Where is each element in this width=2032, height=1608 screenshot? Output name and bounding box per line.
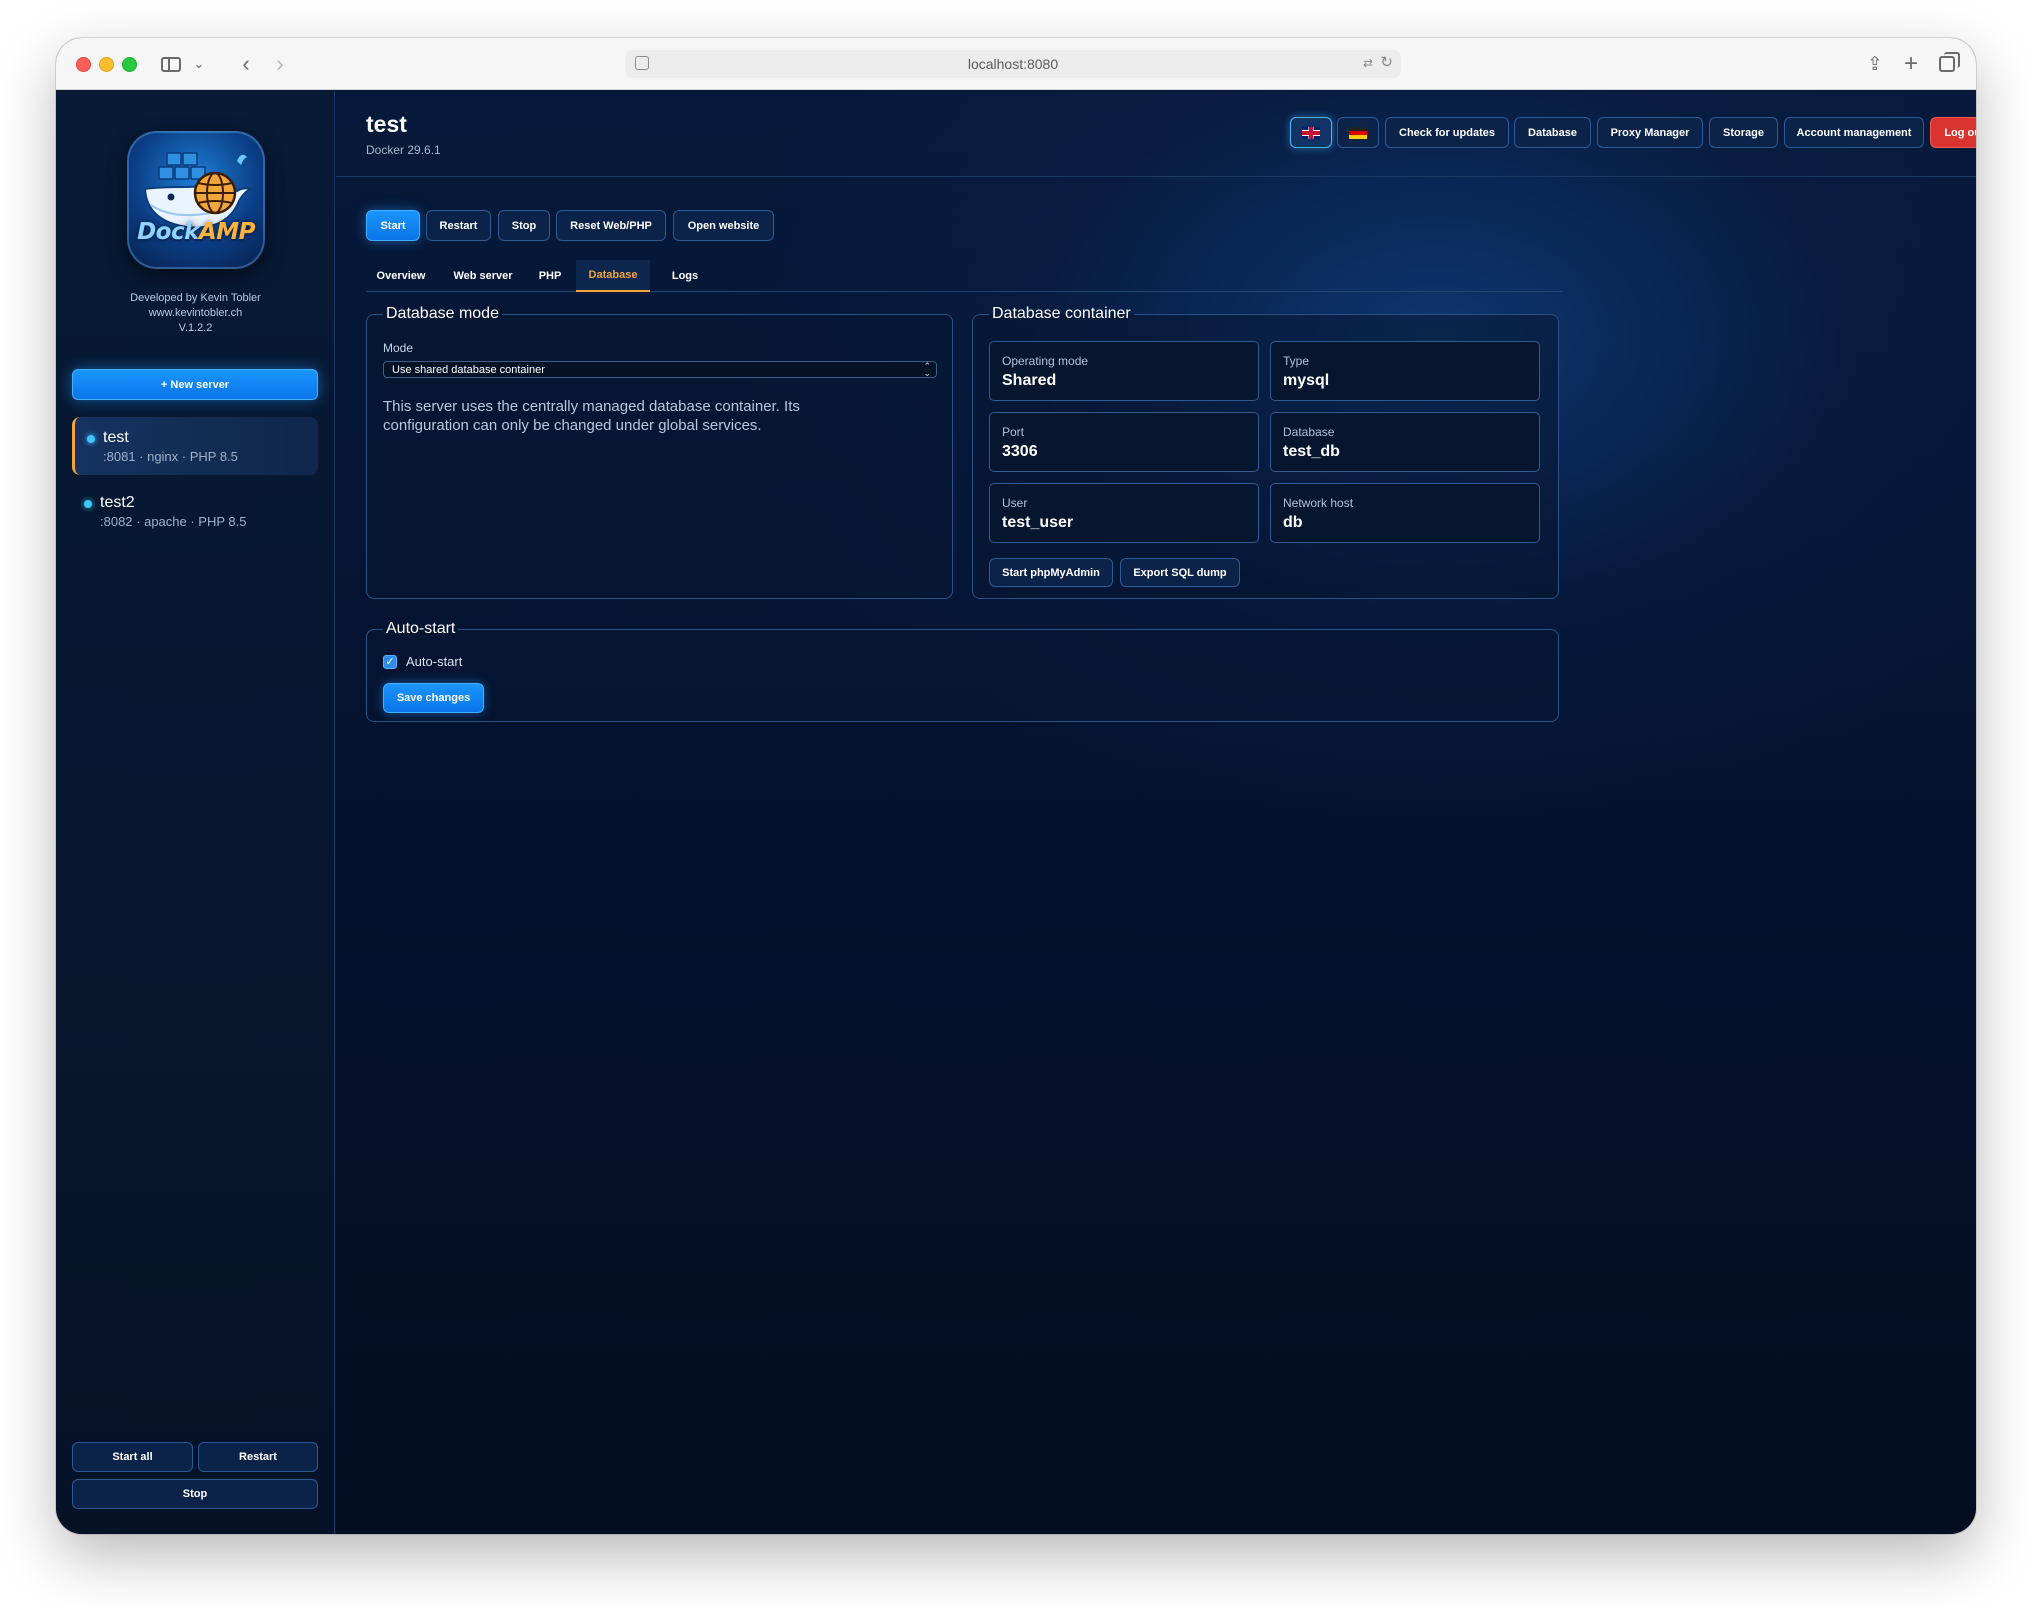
stat-key: User (1002, 496, 1028, 510)
auto-start-panel: Auto-start (366, 620, 1559, 722)
database-mode-legend: Database mode (386, 305, 499, 322)
stat-key: Network host (1283, 496, 1354, 510)
minimize-window-button[interactable] (99, 57, 114, 72)
server-name: test2 (100, 494, 135, 511)
stat-port: Port 3306 (989, 412, 1259, 472)
stat-key: Port (1002, 425, 1025, 439)
stat-value: db (1283, 514, 1303, 531)
check-updates-button[interactable]: Check for updates (1385, 117, 1509, 148)
stat-value: test_db (1283, 443, 1340, 460)
logo-wordmark: DockAMP (137, 219, 255, 245)
docker-version: Docker 29.6.1 (366, 143, 441, 157)
new-tab-icon[interactable]: + (1898, 50, 1924, 78)
flag-de-icon (1349, 126, 1367, 139)
url-text: localhost:8080 (967, 56, 1059, 72)
translate-icon[interactable]: ⇄ (1363, 56, 1373, 70)
tab-overview-icon[interactable] (1934, 50, 1960, 78)
database-nav-button[interactable]: Database (1514, 117, 1591, 148)
chevron-down-icon[interactable]: ⌄ (191, 50, 207, 78)
sidebar-toggle-icon[interactable] (158, 50, 184, 78)
address-bar[interactable]: localhost:8080 ⇄ ↻ (625, 50, 1401, 78)
logout-button[interactable]: Log out (1930, 117, 1976, 148)
dockamp-logo: DockAMP (127, 131, 265, 269)
start-phpmyadmin-button[interactable]: Start phpMyAdmin (989, 558, 1113, 587)
stat-database: Database test_db (1270, 412, 1540, 472)
server-meta: :8082 · apache · PHP 8.5 (100, 514, 247, 529)
select-chevron-icon: ⌃ ⌄ (923, 361, 931, 378)
database-mode-panel: Database mode (366, 305, 953, 599)
sidebar: DockAMP Developed by Kevin Tobler www.ke… (56, 91, 335, 1534)
stat-key: Operating mode (1002, 354, 1089, 368)
stat-value: mysql (1283, 372, 1330, 389)
proxy-manager-button[interactable]: Proxy Manager (1597, 117, 1703, 148)
start-button[interactable]: Start (366, 210, 420, 241)
auto-start-legend: Auto-start (386, 620, 456, 637)
export-sql-dump-button[interactable]: Export SQL dump (1120, 558, 1240, 587)
close-window-button[interactable] (76, 57, 91, 72)
stat-user: User test_user (989, 483, 1259, 543)
new-server-button[interactable]: + New server (72, 369, 318, 400)
stat-value: test_user (1002, 514, 1074, 531)
open-website-button[interactable]: Open website (673, 210, 774, 241)
stat-key: Type (1283, 354, 1310, 368)
tab-bar: Overview Web server PHP Database Logs (366, 260, 1562, 292)
mode-select-value: Use shared database container (392, 363, 545, 376)
stat-network-host: Network host db (1270, 483, 1540, 543)
stat-operating-mode: Operating mode Shared (989, 341, 1259, 401)
database-container-legend: Database container (992, 305, 1131, 322)
mode-label: Mode (383, 341, 414, 355)
tab-database[interactable]: Database (576, 260, 650, 292)
zoom-window-button[interactable] (122, 57, 137, 72)
reload-icon[interactable]: ↻ (1380, 53, 1393, 71)
restart-all-button[interactable]: Restart (198, 1442, 318, 1472)
server-status-dot (87, 435, 95, 443)
reset-web-php-button[interactable]: Reset Web/PHP (556, 210, 666, 241)
server-item-test2[interactable]: test2 :8082 · apache · PHP 8.5 (72, 482, 318, 540)
language-en-button[interactable] (1290, 117, 1332, 148)
tab-php[interactable]: PHP (530, 260, 570, 292)
stat-value: Shared (1002, 372, 1057, 389)
stop-button[interactable]: Stop (498, 210, 550, 241)
database-mode-info: This server uses the centrally managed d… (383, 397, 923, 435)
server-status-dot (84, 500, 92, 508)
mode-select[interactable]: Use shared database container ⌃ ⌄ (383, 361, 937, 378)
app: DockAMP Developed by Kevin Tobler www.ke… (56, 91, 1976, 1534)
app-version: V.1.2.2 (178, 322, 213, 334)
page-title: test (366, 111, 407, 137)
auto-start-checkbox[interactable]: ✓ (383, 655, 397, 669)
restart-button[interactable]: Restart (426, 210, 491, 241)
tab-overview[interactable]: Overview (366, 260, 436, 292)
server-meta: :8081 · nginx · PHP 8.5 (103, 449, 238, 464)
storage-button[interactable]: Storage (1709, 117, 1778, 148)
forward-icon[interactable]: › (266, 50, 294, 78)
developer-info: Developed by Kevin Tobler www.kevintoble… (56, 291, 335, 336)
browser-toolbar: ⌄ ‹ › localhost:8080 ⇄ ↻ ⇪ + (56, 38, 1976, 90)
share-icon[interactable]: ⇪ (1862, 50, 1888, 78)
stat-type: Type mysql (1270, 341, 1540, 401)
auto-start-label: Auto-start (406, 654, 463, 669)
stop-all-button[interactable]: Stop (72, 1479, 318, 1509)
server-name: test (103, 429, 129, 446)
account-management-button[interactable]: Account management (1784, 117, 1924, 148)
tab-logs[interactable]: Logs (656, 260, 714, 292)
tab-web-server[interactable]: Web server (442, 260, 524, 292)
main-content: test Docker 29.6.1 Check for updates Dat… (336, 91, 1976, 1534)
start-all-button[interactable]: Start all (72, 1442, 193, 1472)
developer-name: Developed by Kevin Tobler (130, 292, 261, 304)
save-changes-button[interactable]: Save changes (383, 683, 484, 713)
flag-uk-icon (1302, 126, 1320, 139)
browser-window: ⌄ ‹ › localhost:8080 ⇄ ↻ ⇪ + DockAMP Dev… (56, 38, 1976, 1534)
stat-value: 3306 (1002, 443, 1038, 460)
server-item-test[interactable]: test :8081 · nginx · PHP 8.5 (72, 417, 318, 475)
site-settings-icon[interactable] (635, 56, 649, 70)
language-de-button[interactable] (1337, 117, 1379, 148)
back-icon[interactable]: ‹ (232, 50, 260, 78)
info-line-2: configuration can only be changed under … (383, 417, 762, 434)
developer-website-link[interactable]: www.kevintobler.ch (56, 306, 335, 321)
page-header: test Docker 29.6.1 Check for updates Dat… (336, 91, 1976, 177)
stat-key: Database (1283, 425, 1335, 439)
info-line-1: This server uses the centrally managed d… (383, 398, 800, 415)
